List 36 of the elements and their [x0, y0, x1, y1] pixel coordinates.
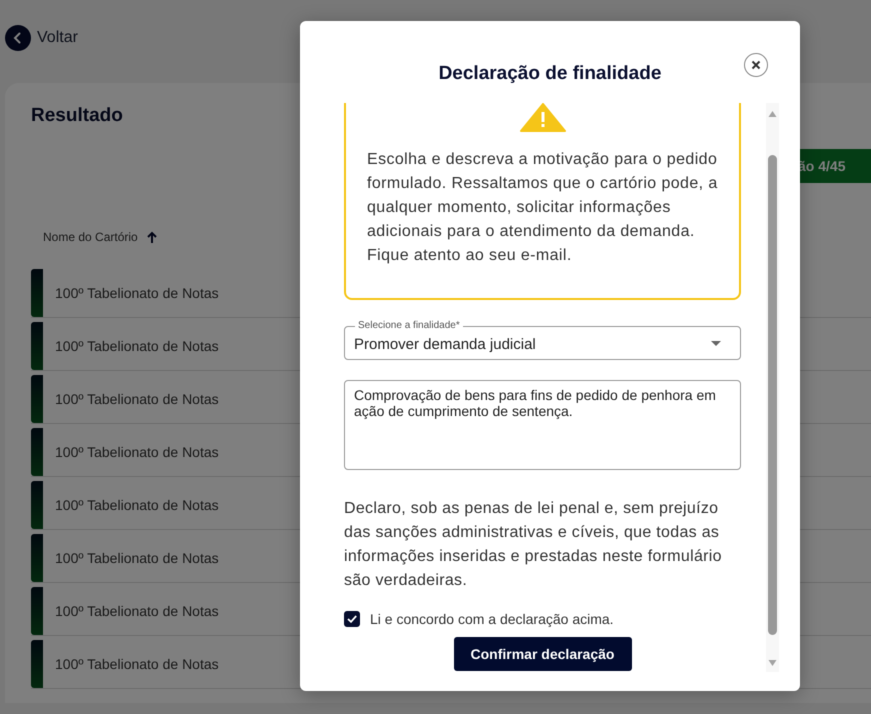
row-accent [31, 428, 43, 476]
caret-icon [711, 340, 721, 346]
close-icon[interactable] [751, 60, 761, 70]
row-accent [31, 375, 43, 423]
table-cell-text: 100º Tabelionato de Notas [54, 656, 219, 672]
agreement-checkbox[interactable] [344, 611, 360, 627]
back-link[interactable]: Voltar [37, 29, 78, 47]
row-accent [31, 534, 43, 582]
row-accent [31, 322, 43, 370]
table-cell-text: 100º Tabelionato de Notas [54, 338, 219, 354]
scrollbar[interactable] [766, 103, 779, 672]
table-cell-text: 100º Tabelionato de Notas [54, 285, 219, 301]
back-icon[interactable] [5, 25, 31, 51]
dialog-title: Declaração de finalidade [438, 62, 662, 86]
details-field[interactable]: Comprovação de bens para fins de pedido de penhora em ação de cumprimento de sentença. [344, 380, 741, 470]
close-button[interactable] [744, 53, 768, 77]
column-header[interactable]: Nome do Cartório [43, 230, 138, 244]
sort-arrow-icon[interactable] [146, 231, 158, 243]
select-value: Promover demanda judicial [354, 334, 537, 352]
section-title: Resultado [31, 104, 123, 128]
row-accent [31, 587, 43, 635]
checkmark-icon [347, 615, 357, 623]
table-cell-text: 100º Tabelionato de Notas [54, 497, 219, 513]
warning-icon [520, 103, 566, 132]
table-cell-text: 100º Tabelionato de Notas [54, 550, 219, 566]
notice-text: Escolha e descreva a motivação para o pedido formulado. Ressaltamos que o cartório pode, a qualquer momento, solicitar informações adicionais para o atendimento da demanda. Fique atento ao seu e-mail. [367, 150, 719, 266]
confirm-button[interactable]: Confirmar declaração [454, 637, 632, 671]
agreement-label: Li e concordo com a declaração acima. [370, 611, 614, 627]
purpose-select[interactable]: Selecione a finalidade* Promover demanda judicial [344, 319, 741, 360]
row-accent [31, 481, 43, 529]
table-cell-text: 100º Tabelionato de Notas [54, 603, 219, 619]
table-cell-text: 100º Tabelionato de Notas [54, 391, 219, 407]
table-cell-text: 100º Tabelionato de Notas [54, 444, 219, 460]
declaration-text: Declaro, sob as penas de lei penal e, sem prejuízo das sanções administrativas e cíveis, que todas as informações inseridas e prestadas neste formulário são verdadeiras. [344, 499, 723, 591]
row-accent [31, 640, 43, 688]
row-accent [31, 269, 43, 317]
